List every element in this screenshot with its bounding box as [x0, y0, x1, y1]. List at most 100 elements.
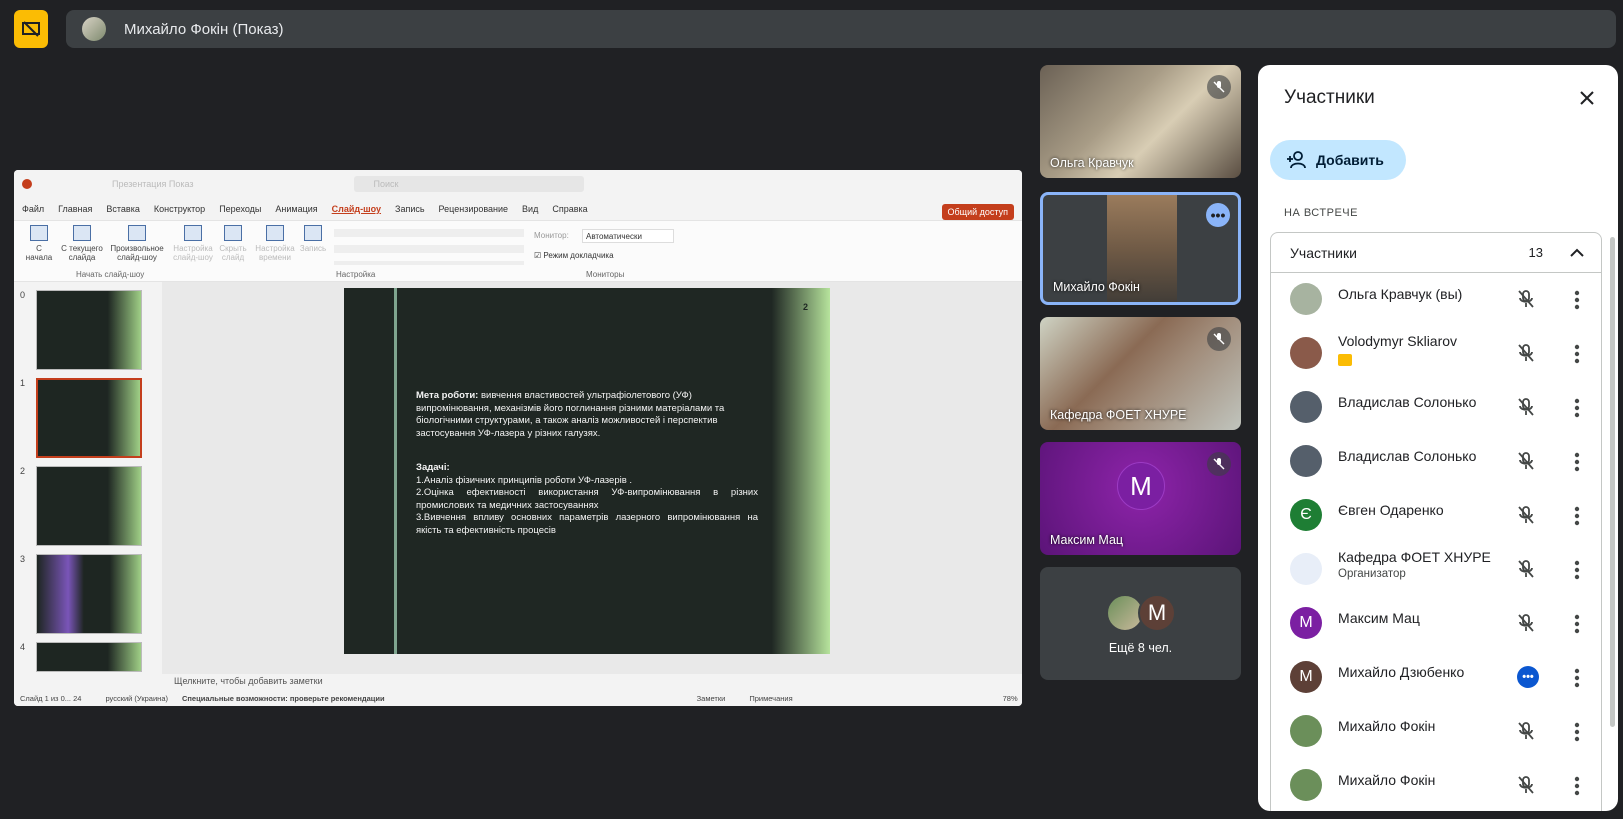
ppt-menu-item: Файл — [22, 204, 45, 214]
participant-name: Владислав Солонько — [1338, 394, 1477, 410]
video-tile[interactable]: Кафедра ФОЕТ ХНУРЕ — [1040, 317, 1241, 430]
ppt-record: Запись — [298, 225, 328, 253]
participant-row[interactable]: M Михайло Дзюбенко ••• — [1271, 651, 1603, 707]
participant-row[interactable]: Михайло Фокін — [1271, 705, 1603, 761]
slide-content: Мета роботи: вивчення властивостей ультр… — [416, 390, 758, 537]
ppt-menu-item: Анимация — [275, 204, 318, 214]
slide-thumbnail-selected — [36, 378, 142, 458]
ppt-rehearse: Настройка времени — [254, 225, 296, 262]
mic-off-icon[interactable] — [1515, 450, 1539, 474]
ppt-hide-slide-label: Скрыть слайд — [219, 244, 247, 262]
mic-off-icon[interactable] — [1515, 504, 1539, 528]
ppt-menu-item: Рецензирование — [438, 204, 509, 214]
group-title: Участники — [1290, 244, 1357, 261]
more-vert-icon[interactable] — [1565, 396, 1589, 420]
ppt-menu-item: Вставка — [106, 204, 140, 214]
presenter-avatar — [82, 17, 106, 41]
more-vert-icon[interactable] — [1565, 504, 1589, 528]
participant-row[interactable]: Владислав Солонько — [1271, 381, 1603, 437]
more-vert-icon[interactable] — [1565, 774, 1589, 798]
participant-name: Максим Мац — [1338, 610, 1420, 626]
ppt-menu-item: Главная — [58, 204, 93, 214]
video-tile[interactable]: Ольга Кравчук — [1040, 65, 1241, 178]
avatar: M — [1290, 607, 1322, 639]
more-participants-tile[interactable]: M Ещё 8 чел. — [1040, 567, 1241, 680]
participant-row[interactable]: Кафедра ФОЕТ ХНУРЕ Организатор — [1271, 543, 1603, 599]
participant-role: Организатор — [1338, 568, 1406, 580]
close-panel-button[interactable] — [1572, 83, 1602, 113]
slide-thumbnail — [36, 290, 142, 370]
participant-row[interactable]: Є Євген Одаренко — [1271, 489, 1603, 545]
speaking-indicator-icon: ••• — [1517, 666, 1539, 688]
presentation-banner[interactable]: Михайло Фокін (Показ) — [66, 10, 1616, 48]
mic-off-icon[interactable] — [1515, 612, 1539, 636]
mic-off-icon[interactable] — [1515, 774, 1539, 798]
ppt-zoom: 78% — [1002, 693, 1018, 703]
thumb-number: 2 — [20, 466, 26, 476]
more-vert-icon[interactable] — [1565, 450, 1589, 474]
mic-off-icon[interactable] — [1515, 720, 1539, 744]
avatar — [1290, 553, 1322, 585]
participant-row[interactable]: Михайло Фокін — [1271, 759, 1603, 811]
slide-task-2: 2.Оцінка ефективності використання УФ-ви… — [416, 487, 758, 511]
mic-off-icon[interactable] — [1515, 288, 1539, 312]
avatar: M — [1138, 594, 1176, 632]
ppt-from-start-label: С начала — [25, 244, 53, 262]
ppt-monitor-label: Монитор: — [534, 231, 569, 240]
ppt-menu-bar: Файл Главная Вставка Конструктор Переход… — [14, 198, 1022, 220]
slideshow-icon — [128, 225, 146, 241]
slideshow-icon — [73, 225, 91, 241]
timer-icon — [266, 225, 284, 241]
video-tile-active-speaker[interactable]: ••• Михайло Фокін — [1040, 192, 1241, 305]
slide-tasks-label: Задачі: — [416, 462, 450, 473]
more-vert-icon[interactable] — [1565, 666, 1589, 690]
ppt-menu-item: Переходы — [219, 204, 262, 214]
participant-row[interactable]: Volodymyr Skliarov — [1271, 327, 1603, 383]
mic-off-icon[interactable] — [1515, 342, 1539, 366]
ppt-from-current: С текущего слайда — [60, 225, 104, 262]
setup-icon — [184, 225, 202, 241]
more-vert-icon[interactable] — [1565, 342, 1589, 366]
participant-name: Михайло Фокін — [1338, 772, 1436, 788]
more-vert-icon[interactable] — [1565, 558, 1589, 582]
panel-scrollbar[interactable] — [1610, 237, 1615, 727]
chevron-up-icon[interactable] — [1567, 243, 1587, 263]
slide-goal-label: Мета роботи: — [416, 390, 479, 401]
ppt-hide-slide: Скрыть слайд — [216, 225, 250, 262]
ppt-custom-show-label: Произвольное слайд-шоу — [110, 244, 164, 262]
avatar — [1290, 445, 1322, 477]
add-people-button[interactable]: Добавить — [1270, 140, 1406, 180]
more-vert-icon[interactable] — [1565, 288, 1589, 312]
add-button-label: Добавить — [1316, 152, 1384, 168]
participant-row[interactable]: Владислав Солонько — [1271, 435, 1603, 491]
mic-off-icon[interactable] — [1515, 558, 1539, 582]
participants-group-header[interactable]: Участники 13 — [1271, 233, 1601, 273]
avatar — [1290, 283, 1322, 315]
ppt-monitor-select: Автоматически — [582, 229, 674, 243]
ppt-menu-item: Справка — [552, 204, 588, 214]
mic-off-icon[interactable] — [1515, 396, 1539, 420]
video-tile[interactable]: M Максим Мац — [1040, 442, 1241, 555]
mic-off-icon — [1207, 452, 1231, 476]
close-icon — [1580, 91, 1594, 105]
participant-name: Владислав Солонько — [1338, 448, 1477, 464]
ppt-custom-show: Произвольное слайд-шоу — [108, 225, 166, 262]
more-vert-icon[interactable] — [1565, 612, 1589, 636]
ppt-presenter-view: ☑ Режим докладчика — [534, 251, 614, 260]
participant-row[interactable]: M Максим Мац — [1271, 597, 1603, 653]
more-vert-icon[interactable] — [1565, 720, 1589, 744]
presenting-indicator-icon[interactable] — [14, 10, 48, 48]
tile-name: Ольга Кравчук — [1050, 156, 1134, 170]
ppt-language: русский (Украина) — [105, 693, 168, 703]
mic-off-icon — [1207, 75, 1231, 99]
avatar: M — [1290, 661, 1322, 693]
ppt-from-start: С начала — [24, 225, 54, 262]
panel-title: Участники — [1284, 87, 1375, 108]
slide-number: 2 — [802, 302, 808, 312]
ppt-group-label: Мониторы — [586, 270, 625, 279]
avatar: Є — [1290, 499, 1322, 531]
more-options-icon[interactable]: ••• — [1206, 203, 1230, 227]
participant-row[interactable]: Ольга Кравчук (вы) — [1271, 273, 1603, 329]
ppt-record-label: Запись — [299, 244, 327, 253]
ppt-setup: Настройка слайд-шоу — [172, 225, 214, 262]
